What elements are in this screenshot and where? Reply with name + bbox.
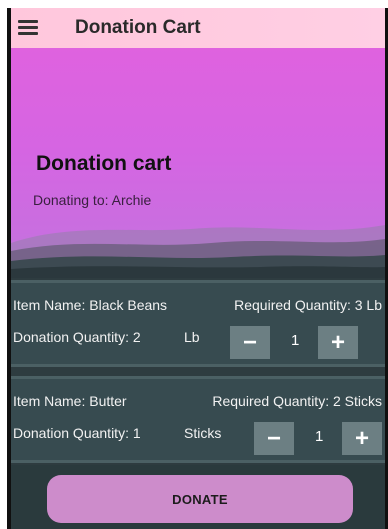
donate-button[interactable]: DONATE (47, 475, 353, 523)
required-quantity: Required Quantity: 2 Sticks (212, 393, 382, 409)
item-info-row: Item Name: Butter Required Quantity: 2 S… (11, 390, 385, 414)
wave-decoration (11, 225, 385, 278)
donation-quantity: Donation Quantity: 1 (13, 425, 141, 441)
quantity-value: 1 (315, 428, 324, 445)
quantity-unit: Lb (184, 329, 200, 345)
app-bar: Donation Cart (11, 8, 385, 48)
item-name: Item Name: Butter (13, 393, 127, 409)
decrement-button[interactable]: − (254, 422, 294, 455)
increment-button[interactable]: + (342, 422, 382, 455)
donation-quantity: Donation Quantity: 2 (13, 329, 141, 345)
device-frame: Donation Cart Donation cart Donating to:… (7, 8, 388, 529)
item-info-row: Item Name: Black Beans Required Quantity… (11, 294, 385, 318)
cart-item: Item Name: Butter Required Quantity: 2 S… (11, 376, 385, 463)
cart-item: Item Name: Black Beans Required Quantity… (11, 280, 385, 367)
quantity-value: 1 (291, 332, 300, 349)
increment-button[interactable]: + (318, 326, 358, 359)
hamburger-menu-icon[interactable] (18, 20, 40, 36)
item-name: Item Name: Black Beans (13, 297, 168, 313)
quantity-unit: Sticks (184, 425, 222, 441)
page-title: Donation cart (36, 152, 172, 175)
required-quantity: Required Quantity: 3 Lb (234, 297, 382, 313)
donation-quantity-row: Donation Quantity: 2 Lb − 1 + (11, 326, 385, 359)
decrement-button[interactable]: − (230, 326, 270, 359)
app-screen: Donation Cart Donation cart Donating to:… (11, 8, 385, 529)
hero-banner: Donation cart Donating to: Archie (11, 48, 385, 278)
donation-quantity-row: Donation Quantity: 1 Sticks − 1 + (11, 422, 385, 455)
app-bar-title: Donation Cart (75, 17, 201, 38)
bottom-bar: DONATE (11, 465, 385, 529)
